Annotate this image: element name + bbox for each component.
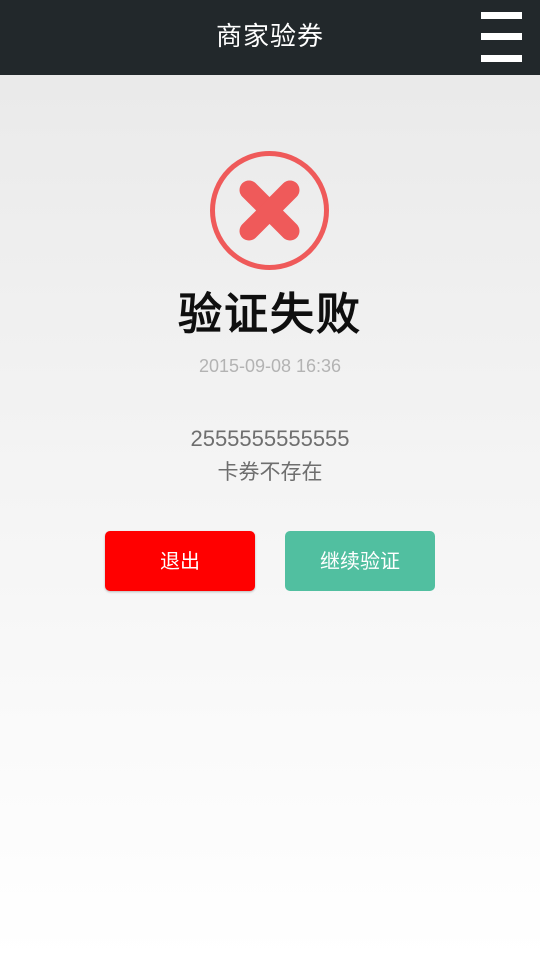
page-title: 商家验券 <box>215 22 324 52</box>
exit-button[interactable]: 退出 <box>105 531 255 591</box>
error-message: 卡券不存在 <box>217 460 323 484</box>
menu-button[interactable] <box>476 8 528 66</box>
verification-timestamp: 2015-09-08 16:36 <box>198 356 342 376</box>
result-title: 验证失败 <box>178 289 362 340</box>
error-x-circle-icon <box>210 151 329 270</box>
app-header: 商家验券 <box>0 0 540 75</box>
hamburger-menu-icon <box>481 11 522 63</box>
continue-verify-button[interactable]: 继续验证 <box>285 531 435 591</box>
coupon-code: 2555555555555 <box>190 426 350 451</box>
